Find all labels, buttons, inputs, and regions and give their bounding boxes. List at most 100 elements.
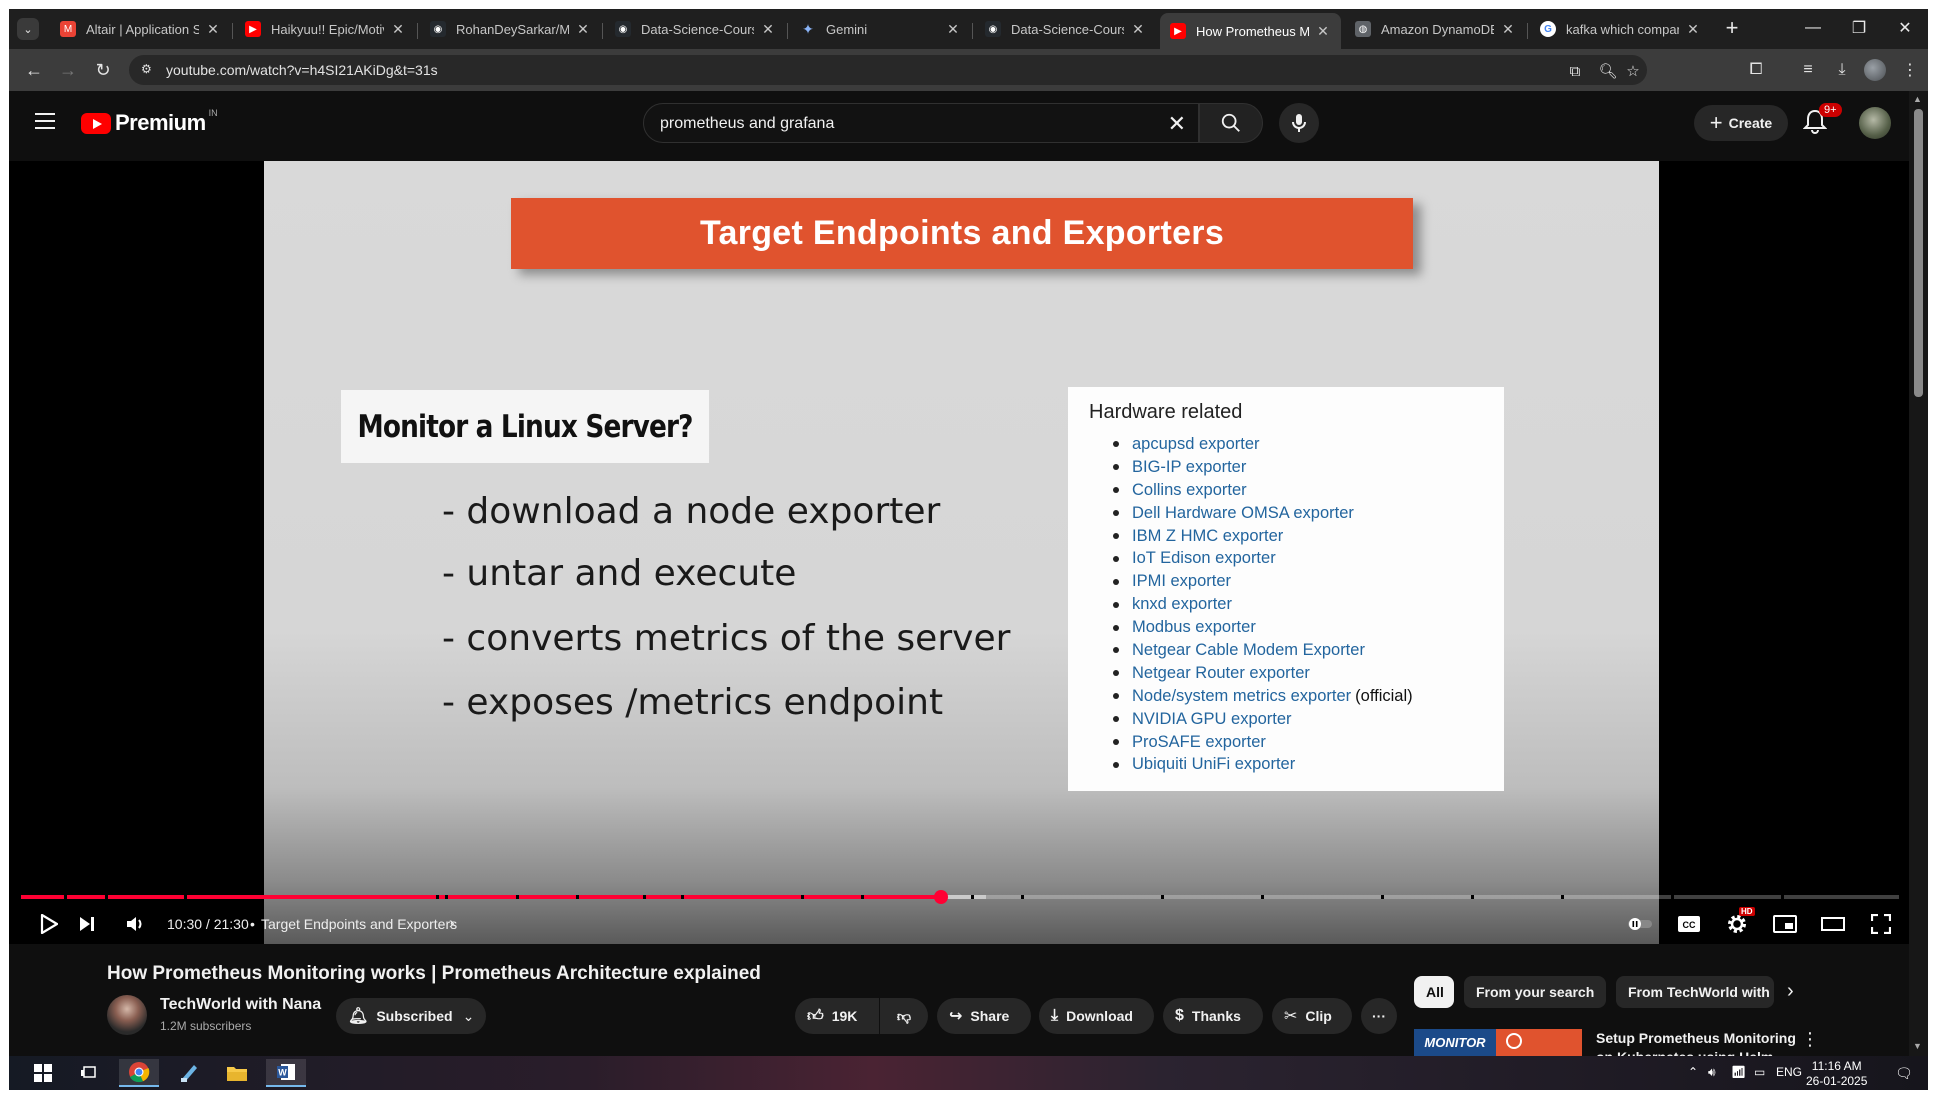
fullscreen-button[interactable]	[1863, 906, 1899, 942]
hardware-exporter-item[interactable]: Node/system metrics exporter (official)	[1089, 685, 1413, 708]
more-actions-button[interactable]: ···	[1361, 998, 1397, 1034]
browser-tab[interactable]: Gkafka which company ✕	[1530, 13, 1711, 45]
share-button[interactable]: ↪ Share	[937, 998, 1031, 1034]
taskbar-clock[interactable]: 11:16 AM 26-01-2025	[1806, 1059, 1867, 1089]
scrollbar-thumb[interactable]	[1914, 109, 1923, 397]
exporter-link[interactable]: Ubiquiti UniFi exporter	[1132, 755, 1295, 774]
forward-button[interactable]: →	[56, 58, 80, 82]
restore-button[interactable]: ❐	[1836, 13, 1882, 43]
taskbar-file-explorer[interactable]	[217, 1059, 257, 1087]
exporter-link[interactable]: knxd exporter	[1132, 595, 1232, 614]
exporter-link[interactable]: Dell Hardware OMSA exporter	[1132, 504, 1354, 523]
hardware-exporter-item[interactable]: BIG-IP exporter	[1089, 456, 1413, 479]
hardware-exporter-item[interactable]: Dell Hardware OMSA exporter	[1089, 502, 1413, 525]
browser-tab[interactable]: ◉ Data-Science-Course ✕	[975, 13, 1156, 45]
exporter-link[interactable]: IoT Edison exporter	[1132, 549, 1276, 568]
address-bar[interactable]: ⚙ youtube.com/watch?v=h4SI21AKiDg&t=31s …	[129, 55, 1647, 85]
hardware-exporter-item[interactable]: Netgear Router exporter	[1089, 662, 1413, 685]
site-info-icon[interactable]: ⚙	[141, 62, 157, 78]
search-button[interactable]	[1199, 103, 1263, 143]
browser-tab[interactable]: M Altair | Application St ✕	[50, 13, 231, 45]
subscribed-button[interactable]: 🔔︎ Subscribed ⌄	[336, 998, 486, 1034]
battery-tray-icon[interactable]: ▭	[1754, 1065, 1765, 1079]
mute-button[interactable]	[117, 906, 153, 942]
like-button[interactable]: 👍︎ 19K	[795, 998, 879, 1034]
notifications-tray-icon[interactable]: 🗨︎	[1895, 1065, 1913, 1082]
hardware-exporter-item[interactable]: IPMI exporter	[1089, 570, 1413, 593]
recommendation-menu-icon[interactable]: ⋮	[1801, 1029, 1819, 1050]
hardware-exporter-item[interactable]: apcupsd exporter	[1089, 433, 1413, 456]
tab-close-icon[interactable]: ✕	[760, 21, 776, 38]
page-scrollbar[interactable]: ▲ ▼	[1909, 91, 1928, 1056]
task-view-button[interactable]	[69, 1059, 109, 1087]
thanks-button[interactable]: $ Thanks	[1163, 998, 1263, 1034]
browser-tab[interactable]: ✦ Gemini ✕	[790, 13, 971, 45]
chip-all[interactable]: All	[1414, 976, 1454, 1008]
hardware-exporter-item[interactable]: IoT Edison exporter	[1089, 547, 1413, 570]
clip-button[interactable]: ✂ Clip	[1272, 998, 1352, 1034]
reload-button[interactable]: ↻	[91, 58, 115, 82]
bookmark-star-icon[interactable]: ☆	[1624, 62, 1642, 80]
recommendation-thumbnail[interactable]: MONITOR	[1414, 1029, 1582, 1056]
browser-tab[interactable]: ◍ Amazon DynamoDB ✕	[1345, 13, 1526, 45]
browser-tab[interactable]: ◉ Data-Science-Course ✕	[605, 13, 786, 45]
play-button[interactable]	[31, 906, 67, 942]
chips-next-chevron-icon[interactable]: ›	[1787, 980, 1794, 1003]
progress-bar[interactable]	[21, 895, 1899, 899]
extensions-icon[interactable]: ⧠	[1744, 58, 1768, 82]
youtube-premium-logo[interactable]: Premium IN	[81, 108, 218, 136]
exporter-link[interactable]: Node/system metrics exporter	[1132, 687, 1351, 706]
exporter-link[interactable]: BIG-IP exporter	[1132, 458, 1246, 477]
media-control-icon[interactable]: ≡	[1796, 58, 1820, 82]
channel-avatar[interactable]	[107, 995, 147, 1035]
taskbar-word[interactable]: W	[266, 1059, 306, 1087]
downloads-icon[interactable]: ⤓	[1830, 58, 1854, 82]
scroll-up-icon[interactable]: ▲	[1913, 94, 1922, 104]
hardware-exporter-item[interactable]: Ubiquiti UniFi exporter	[1089, 753, 1413, 776]
chip-from-your-search[interactable]: From your search	[1464, 976, 1606, 1008]
browser-tab[interactable]: ▶ Haikyuu!! Epic/Motiva ✕	[235, 13, 416, 45]
start-button[interactable]	[23, 1059, 63, 1087]
settings-button[interactable]: HD	[1719, 906, 1755, 942]
video-player[interactable]: Target Endpoints and Exporters Monitor a…	[9, 161, 1909, 944]
tab-close-icon[interactable]: ✕	[1315, 23, 1331, 40]
guide-menu-icon[interactable]	[35, 113, 55, 129]
back-button[interactable]: ←	[22, 58, 46, 82]
exporter-link[interactable]: Netgear Router exporter	[1132, 664, 1310, 683]
exporter-link[interactable]: apcupsd exporter	[1132, 435, 1260, 454]
tab-close-icon[interactable]: ✕	[575, 21, 591, 38]
browser-profile-avatar[interactable]	[1864, 59, 1886, 81]
tab-close-icon[interactable]: ✕	[205, 21, 221, 38]
hardware-exporter-item[interactable]: IBM Z HMC exporter	[1089, 525, 1413, 548]
tab-close-icon[interactable]: ✕	[945, 21, 961, 38]
volume-tray-icon[interactable]: 🔊︎	[1708, 1065, 1716, 1080]
theater-mode-button[interactable]	[1815, 906, 1851, 942]
wifi-tray-icon[interactable]: 📶︎	[1731, 1065, 1746, 1079]
chapter-chevron-icon[interactable]: ›	[449, 913, 455, 933]
hardware-exporter-item[interactable]: Netgear Cable Modem Exporter	[1089, 639, 1413, 662]
voice-search-button[interactable]	[1279, 103, 1319, 143]
exporter-link[interactable]: IPMI exporter	[1132, 572, 1231, 591]
chip-from-channel[interactable]: From TechWorld with N	[1616, 976, 1774, 1008]
miniplayer-button[interactable]	[1767, 906, 1803, 942]
taskbar-chrome[interactable]	[119, 1059, 159, 1087]
exporter-link[interactable]: Modbus exporter	[1132, 618, 1256, 637]
create-button[interactable]: + Create	[1694, 105, 1788, 141]
hardware-exporter-item[interactable]: knxd exporter	[1089, 593, 1413, 616]
tab-search-button[interactable]: ⌄	[17, 18, 39, 40]
account-avatar[interactable]	[1859, 107, 1891, 139]
captions-button[interactable]: CC	[1671, 906, 1707, 942]
close-window-button[interactable]: ✕	[1882, 13, 1928, 43]
exporter-link[interactable]: IBM Z HMC exporter	[1132, 527, 1283, 546]
autoplay-toggle[interactable]	[1622, 906, 1658, 942]
scroll-down-icon[interactable]: ▼	[1913, 1041, 1922, 1051]
taskbar-app[interactable]	[169, 1059, 209, 1087]
new-tab-button[interactable]: +	[1720, 17, 1744, 41]
tab-close-icon[interactable]: ✕	[1500, 21, 1516, 38]
tab-close-icon[interactable]: ✕	[390, 21, 406, 38]
hardware-exporter-item[interactable]: ProSAFE exporter	[1089, 731, 1413, 754]
next-button[interactable]	[69, 906, 105, 942]
exporter-link[interactable]: ProSAFE exporter	[1132, 733, 1266, 752]
zoom-icon[interactable]: 🔍︎	[1598, 62, 1617, 80]
exporter-link[interactable]: Netgear Cable Modem Exporter	[1132, 641, 1365, 660]
